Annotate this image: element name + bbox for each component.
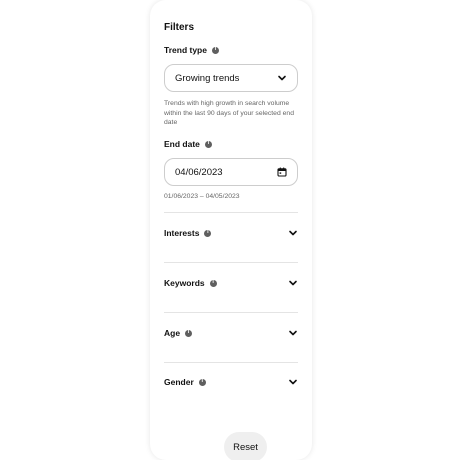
divider — [164, 212, 298, 213]
chevron-down-icon — [289, 330, 297, 336]
divider — [164, 262, 298, 263]
divider — [164, 312, 298, 313]
gender-label: Gender — [164, 377, 194, 387]
age-label: Age — [164, 328, 181, 338]
trend-type-help-text: Trends with high growth in search volume… — [164, 100, 294, 126]
gender-label-row: Gender i — [164, 377, 206, 387]
reset-button[interactable]: Reset — [224, 432, 267, 460]
end-date-label: End date — [164, 139, 200, 149]
keywords-label-row: Keywords i — [164, 278, 217, 288]
accordion-gender[interactable]: Gender i — [164, 372, 298, 392]
accordion-keywords[interactable]: Keywords i — [164, 273, 298, 293]
date-range-text: 01/06/2023 – 04/05/2023 — [164, 193, 240, 200]
accordion-age[interactable]: Age i — [164, 323, 298, 343]
divider — [164, 362, 298, 363]
info-icon[interactable]: i — [198, 378, 206, 386]
chevron-down-icon — [289, 280, 297, 286]
end-date-label-row: End date i — [164, 139, 212, 149]
info-icon[interactable]: i — [185, 329, 193, 337]
interests-label-row: Interests i — [164, 228, 212, 238]
trend-type-select[interactable]: Growing trends — [164, 64, 298, 92]
filters-content: Filters Trend type i Growing trends Tren… — [164, 0, 298, 460]
end-date-value: 04/06/2023 — [175, 166, 223, 178]
info-icon[interactable]: i — [209, 279, 217, 287]
filters-panel: Filters Trend type i Growing trends Tren… — [150, 0, 312, 460]
trend-type-selected-value: Growing trends — [175, 72, 240, 84]
filters-title: Filters — [164, 22, 195, 33]
info-icon[interactable]: i — [204, 140, 212, 148]
keywords-label: Keywords — [164, 278, 205, 288]
trend-type-label-row: Trend type i — [164, 45, 219, 55]
chevron-down-icon — [289, 230, 297, 236]
age-label-row: Age i — [164, 328, 193, 338]
interests-label: Interests — [164, 228, 200, 238]
trend-type-label: Trend type — [164, 45, 207, 55]
chevron-down-icon — [289, 379, 297, 385]
end-date-input[interactable]: 04/06/2023 — [164, 158, 298, 186]
accordion-interests[interactable]: Interests i — [164, 223, 298, 243]
calendar-icon[interactable] — [277, 167, 287, 177]
chevron-down-icon — [278, 75, 286, 81]
info-icon[interactable]: i — [211, 46, 219, 54]
info-icon[interactable]: i — [204, 229, 212, 237]
